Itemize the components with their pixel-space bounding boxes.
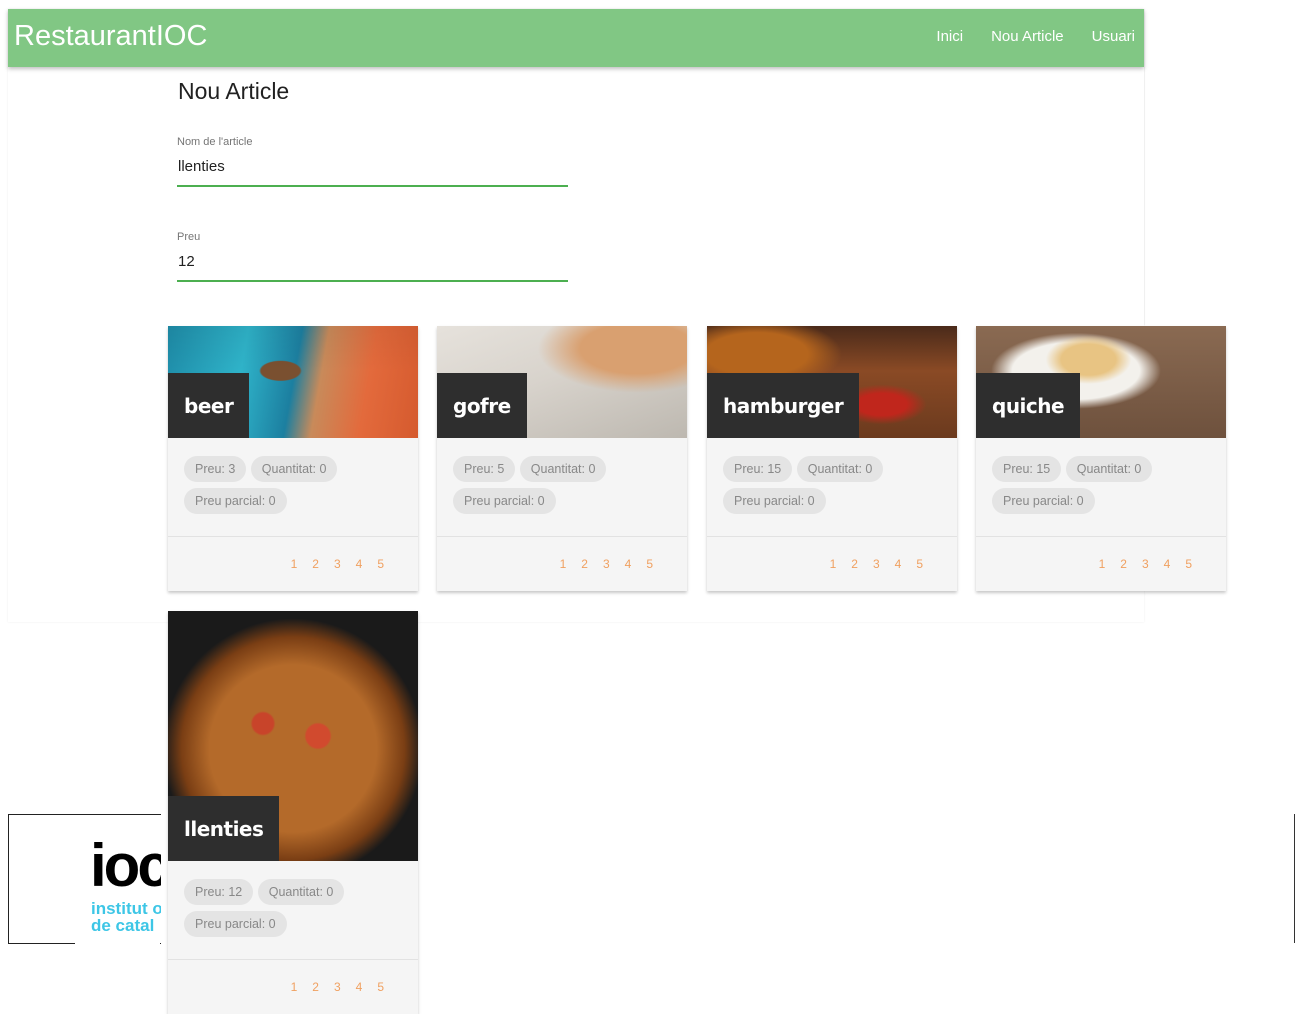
card-content: Preu: 15 Quantitat: 0 Preu parcial: 0 <box>707 438 957 536</box>
brand-title[interactable]: RestaurantIOC <box>14 20 207 53</box>
partial-price-chip: Preu parcial: 0 <box>184 911 287 937</box>
card-title: gofre <box>437 373 527 438</box>
card-image: gofre <box>437 326 687 438</box>
card-title: quiche <box>976 373 1081 438</box>
page-title: Nou Article <box>178 78 290 104</box>
quantity-link-3[interactable]: 3 <box>334 557 341 571</box>
quantity-link-3[interactable]: 3 <box>603 557 610 571</box>
quantity-link-5[interactable]: 5 <box>916 557 923 571</box>
card-actions: 1 2 3 4 5 <box>707 536 957 591</box>
quantity-link-1[interactable]: 1 <box>291 557 298 571</box>
quantity-link-5[interactable]: 5 <box>1185 557 1192 571</box>
card-title: beer <box>168 373 250 438</box>
quantity-chip: Quantitat: 0 <box>519 456 607 482</box>
name-field-label: Nom de l'article <box>177 136 253 148</box>
article-card: beer Preu: 3 Quantitat: 0 Preu parcial: … <box>168 326 418 591</box>
article-card: quiche Preu: 15 Quantitat: 0 Preu parcia… <box>976 326 1226 591</box>
quantity-link-3[interactable]: 3 <box>873 557 880 571</box>
ioc-logo-line2: de catal <box>91 916 155 934</box>
quantity-link-1[interactable]: 1 <box>830 557 837 571</box>
quantity-chip: Quantitat: 0 <box>1065 456 1153 482</box>
right-frame <box>1144 9 1295 325</box>
card-title: llenties <box>168 796 280 861</box>
article-card: hamburger Preu: 15 Quantitat: 0 Preu par… <box>707 326 957 591</box>
ioc-logo: ioc institut o de catal <box>8 814 161 944</box>
card-image: llenties <box>168 611 418 861</box>
quantity-link-5[interactable]: 5 <box>646 557 653 571</box>
card-content: Preu: 12 Quantitat: 0 Preu parcial: 0 <box>168 861 418 959</box>
nav-item-usuari[interactable]: Usuari <box>1092 28 1135 45</box>
quantity-link-2[interactable]: 2 <box>851 557 858 571</box>
name-field: Nom de l'article <box>177 136 568 187</box>
quantity-link-1[interactable]: 1 <box>1099 557 1106 571</box>
quantity-chip: Quantitat: 0 <box>250 456 338 482</box>
article-card: llenties Preu: 12 Quantitat: 0 Preu parc… <box>168 611 418 1014</box>
right-edge-line <box>1294 814 1295 943</box>
quantity-link-5[interactable]: 5 <box>377 980 384 994</box>
quantity-link-1[interactable]: 1 <box>291 980 298 994</box>
partial-price-chip: Preu parcial: 0 <box>723 488 826 514</box>
card-actions: 1 2 3 4 5 <box>976 536 1226 591</box>
ioc-logo-subtitle: institut o de catal <box>91 900 161 934</box>
navbar: RestaurantIOC Inici Nou Article Usuari <box>8 9 1144 67</box>
card-actions: 1 2 3 4 5 <box>437 536 687 591</box>
nav-item-nou-article[interactable]: Nou Article <box>991 28 1064 45</box>
quantity-link-3[interactable]: 3 <box>334 980 341 994</box>
price-chip: Preu: 3 <box>184 456 247 482</box>
price-chip: Preu: 5 <box>453 456 516 482</box>
price-field: Preu <box>177 231 568 282</box>
price-field-label: Preu <box>177 231 201 243</box>
card-image: hamburger <box>707 326 957 438</box>
card-image: quiche <box>976 326 1226 438</box>
price-chip: Preu: 12 <box>184 879 254 905</box>
nav-item-inici[interactable]: Inici <box>936 28 963 45</box>
partial-price-chip: Preu parcial: 0 <box>184 488 287 514</box>
quantity-link-2[interactable]: 2 <box>581 557 588 571</box>
price-chip: Preu: 15 <box>723 456 793 482</box>
quantity-link-5[interactable]: 5 <box>377 557 384 571</box>
logo-border-gap <box>75 942 160 944</box>
quantity-link-4[interactable]: 4 <box>895 557 902 571</box>
quantity-link-2[interactable]: 2 <box>312 980 319 994</box>
article-card: gofre Preu: 5 Quantitat: 0 Preu parcial:… <box>437 326 687 591</box>
card-actions: 1 2 3 4 5 <box>168 536 418 591</box>
quantity-link-4[interactable]: 4 <box>356 557 363 571</box>
ioc-logo-mark: ioc <box>90 836 161 896</box>
partial-price-chip: Preu parcial: 0 <box>992 488 1095 514</box>
card-image: beer <box>168 326 418 438</box>
price-input[interactable] <box>177 253 568 282</box>
quantity-link-4[interactable]: 4 <box>1164 557 1171 571</box>
ioc-logo-line1: institut o <box>91 900 161 918</box>
price-chip: Preu: 15 <box>992 456 1062 482</box>
quantity-link-4[interactable]: 4 <box>356 980 363 994</box>
quantity-chip: Quantitat: 0 <box>257 879 345 905</box>
card-actions: 1 2 3 4 5 <box>168 959 418 1014</box>
card-content: Preu: 5 Quantitat: 0 Preu parcial: 0 <box>437 438 687 536</box>
quantity-chip: Quantitat: 0 <box>796 456 884 482</box>
partial-price-chip: Preu parcial: 0 <box>453 488 556 514</box>
nav-links: Inici Nou Article Usuari <box>936 28 1135 45</box>
card-title: hamburger <box>707 373 860 438</box>
quantity-link-4[interactable]: 4 <box>625 557 632 571</box>
name-input[interactable] <box>177 158 568 187</box>
quantity-link-2[interactable]: 2 <box>312 557 319 571</box>
quantity-link-3[interactable]: 3 <box>1142 557 1149 571</box>
quantity-link-1[interactable]: 1 <box>560 557 567 571</box>
card-content: Preu: 15 Quantitat: 0 Preu parcial: 0 <box>976 438 1226 536</box>
quantity-link-2[interactable]: 2 <box>1120 557 1127 571</box>
card-content: Preu: 3 Quantitat: 0 Preu parcial: 0 <box>168 438 418 536</box>
